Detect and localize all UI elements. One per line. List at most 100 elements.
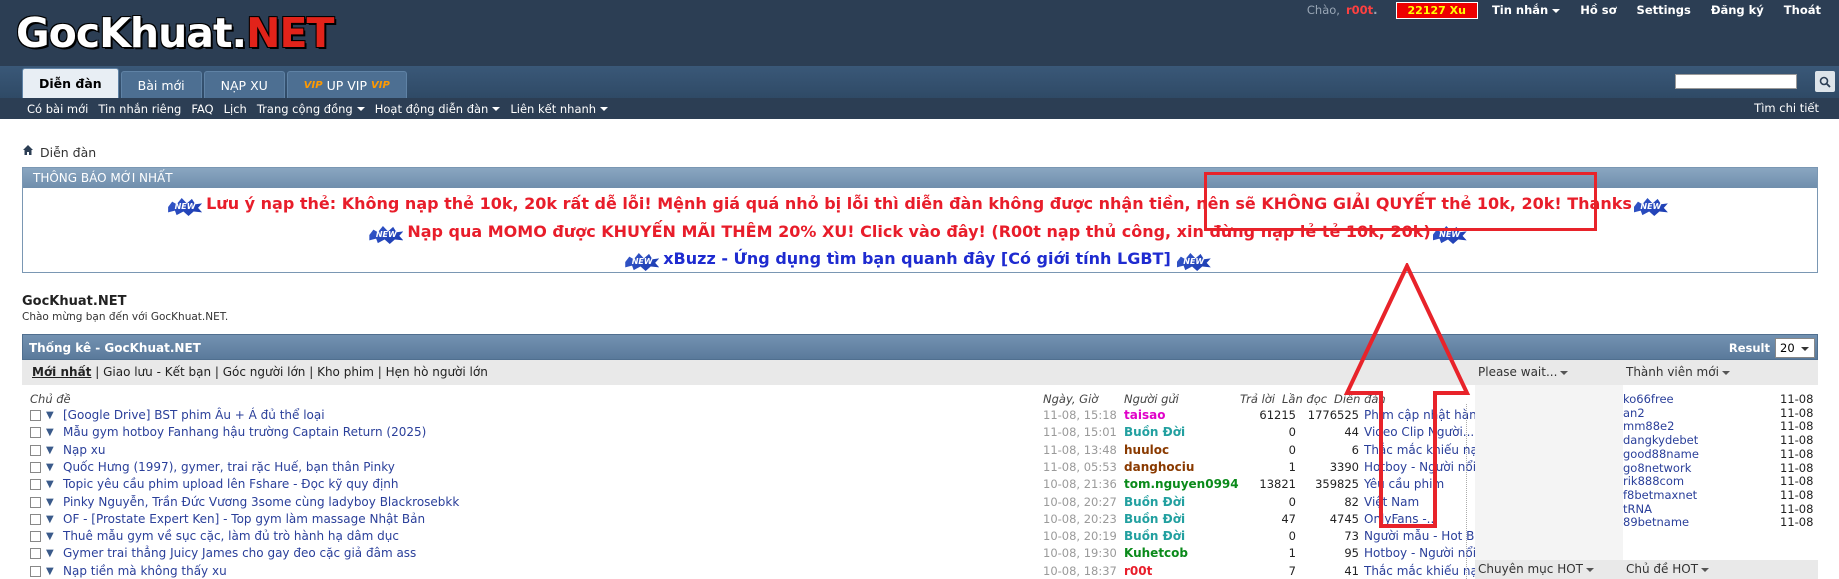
tab-new-posts[interactable]: Bài mới: [120, 71, 202, 98]
tab-vip[interactable]: VIP UP VIP VIP: [286, 71, 407, 98]
member-join-date: 11-08: [1780, 515, 1814, 530]
row-poster-link[interactable]: danghociu: [1124, 459, 1194, 476]
row-replies: 0: [1288, 442, 1296, 457]
row-checkbox[interactable]: [30, 444, 41, 456]
row-poster-link[interactable]: Kuhetcob: [1124, 545, 1188, 562]
row-poster-link[interactable]: huuloc: [1124, 442, 1169, 459]
subnav-activity[interactable]: Hoạt động diễn đàn: [375, 102, 501, 116]
row-checkbox[interactable]: [30, 479, 41, 491]
profile-link[interactable]: Hồ sơ: [1580, 3, 1616, 17]
table-row[interactable]: ▼ Mẫu gym hotboy Fanhang hậu trường Capta…: [30, 424, 1474, 441]
row-checkbox[interactable]: [30, 427, 41, 439]
expand-triangle-icon[interactable]: ▼: [46, 545, 54, 562]
register-link[interactable]: Đăng ký: [1711, 3, 1764, 17]
subnav-calendar[interactable]: Lịch: [224, 102, 247, 116]
row-forum-link[interactable]: Hotboy - Người nổi...: [1364, 545, 1492, 562]
xu-balance-badge[interactable]: 22127 Xu: [1395, 1, 1478, 19]
row-topic-link[interactable]: Nạp xu: [63, 442, 105, 459]
row-topic-link[interactable]: OF - [Prostate Expert Ken] - Top gym làm…: [63, 511, 425, 528]
chevron-down-icon: [1552, 8, 1561, 13]
row-checkbox[interactable]: [30, 565, 41, 577]
row-replies: 61215: [1259, 408, 1296, 422]
table-row[interactable]: ▼ Nạp xu 11-08, 13:48 huuloc 0 6 Thắc mắc khiế…: [30, 442, 1492, 459]
expand-triangle-icon[interactable]: ▼: [46, 494, 54, 511]
row-date: 10-08, 20:27: [1043, 494, 1117, 509]
row-poster-link[interactable]: Buồn Đời: [1124, 424, 1185, 441]
search-input[interactable]: [1675, 74, 1797, 89]
table-row[interactable]: ▼ Topic yêu cầu phim upload lên Fshare - …: [30, 476, 1470, 493]
breadcrumb-forum-link[interactable]: Diễn đàn: [40, 145, 96, 160]
row-poster-link[interactable]: Buồn Đời: [1124, 511, 1185, 528]
member-name-link[interactable]: 89betname: [1623, 514, 1689, 530]
table-row[interactable]: ▼ Quốc Hưng (1997), gymer, trai rặc Huế, …: [30, 459, 1488, 476]
messages-link[interactable]: Tin nhắn: [1492, 3, 1561, 17]
row-topic-link[interactable]: Topic yêu cầu phim upload lên Fshare - Đ…: [63, 476, 399, 493]
row-poster-link[interactable]: r00t: [1124, 563, 1152, 579]
row-poster-link[interactable]: tom.nguyen0994: [1124, 476, 1239, 493]
loading-dropdown[interactable]: Please wait...: [1475, 360, 1623, 385]
row-checkbox[interactable]: [30, 531, 41, 543]
table-row[interactable]: ▼ [Google Drive] BST phim Âu + Á đủ thể l…: [30, 407, 1492, 424]
forum-subtitle: Chào mừng bạn đến với GocKhuat.NET.: [22, 311, 229, 323]
filter-newest[interactable]: Mới nhất: [32, 365, 91, 379]
expand-triangle-icon[interactable]: ▼: [46, 563, 54, 579]
table-row[interactable]: ▼ OF - [Prostate Expert Ken] - Top gym là…: [30, 511, 1470, 528]
stats-filter-bar: Mới nhất | Giao lưu - Kết bạn | Góc ngườ…: [22, 360, 1475, 385]
member-item[interactable]: 89betname 11-08: [1623, 514, 1818, 530]
hot-topics-dropdown[interactable]: Chủ đề HOT: [1623, 560, 1818, 579]
row-forum-link[interactable]: Thắc mắc khiếu nại...: [1364, 563, 1492, 579]
col-replies: Trả lời: [1240, 392, 1275, 406]
expand-triangle-icon[interactable]: ▼: [46, 459, 54, 476]
greeting-text: Chào,: [1306, 3, 1340, 17]
home-icon[interactable]: [22, 144, 34, 160]
result-count-select[interactable]: 20: [1775, 338, 1815, 358]
table-row[interactable]: ▼ Thuê mẫu gym về sục cặc, làm đủ trò hàn…: [30, 528, 1489, 545]
expand-triangle-icon[interactable]: ▼: [46, 511, 54, 528]
filter-social[interactable]: Giao lưu - Kết bạn: [103, 365, 211, 379]
tab-topup[interactable]: NẠP XU: [203, 71, 285, 98]
search-icon[interactable]: [1815, 71, 1835, 92]
filter-movies[interactable]: Kho phim: [317, 365, 374, 379]
tab-forum[interactable]: Diễn đàn: [22, 68, 119, 98]
announcement-line[interactable]: NEW xBuzz - Ứng dụng tìm bạn quanh đây [C…: [23, 249, 1817, 271]
filter-adult[interactable]: Góc người lớn: [223, 365, 306, 379]
new-members-dropdown[interactable]: Thành viên mới: [1623, 360, 1818, 385]
row-views: 95: [1344, 546, 1359, 561]
expand-triangle-icon[interactable]: ▼: [46, 442, 54, 459]
expand-triangle-icon[interactable]: ▼: [46, 528, 54, 545]
row-poster-link[interactable]: Buồn Đời: [1124, 528, 1185, 545]
row-topic-link[interactable]: Quốc Hưng (1997), gymer, trai rặc Huế, b…: [63, 459, 395, 476]
expand-triangle-icon[interactable]: ▼: [46, 424, 54, 441]
hot-forums-dropdown[interactable]: Chuyên mục HOT: [1475, 560, 1623, 579]
subnav-private-messages[interactable]: Tin nhắn riêng: [98, 102, 181, 116]
row-poster-link[interactable]: taisao: [1124, 407, 1165, 424]
filter-dating[interactable]: Hẹn hò người lớn: [386, 365, 488, 379]
row-checkbox[interactable]: [30, 548, 41, 560]
subnav-new-posts[interactable]: Có bài mới: [27, 102, 88, 116]
expand-triangle-icon[interactable]: ▼: [46, 476, 54, 493]
table-row[interactable]: ▼ Gymer trai thẳng Juicy James cho gay đe…: [30, 545, 1488, 562]
expand-triangle-icon[interactable]: ▼: [46, 407, 54, 424]
subnav-quick-links[interactable]: Liên kết nhanh: [510, 102, 609, 116]
subnav-community[interactable]: Trang cộng đồng: [257, 102, 365, 116]
row-checkbox[interactable]: [30, 410, 41, 421]
logout-link[interactable]: Thoát: [1784, 3, 1821, 17]
site-logo[interactable]: GocKhuat.NET: [16, 10, 334, 56]
advanced-search-link[interactable]: Tìm chi tiết: [1754, 101, 1819, 115]
table-row[interactable]: ▼ Pinky Nguyễn, Trần Đức Vương 3some cùng…: [30, 494, 1470, 511]
row-poster-link[interactable]: Buồn Đời: [1124, 494, 1185, 511]
row-checkbox[interactable]: [30, 496, 41, 508]
settings-link[interactable]: Settings: [1637, 3, 1691, 17]
row-topic-link[interactable]: [Google Drive] BST phim Âu + Á đủ thể lo…: [63, 407, 325, 424]
row-topic-link[interactable]: Mẫu gym hotboy Fanhang hậu trường Captai…: [63, 424, 426, 441]
row-topic-link[interactable]: Pinky Nguyễn, Trần Đức Vương 3some cùng …: [63, 494, 459, 511]
row-topic-link[interactable]: Thuê mẫu gym về sục cặc, làm đủ trò hành…: [63, 528, 399, 545]
subnav-faq[interactable]: FAQ: [191, 102, 213, 116]
username-link[interactable]: r00t.: [1346, 3, 1378, 17]
row-replies: 1: [1288, 546, 1296, 561]
row-topic-link[interactable]: Gymer trai thẳng Juicy James cho gay đeo…: [63, 545, 416, 562]
table-row[interactable]: ▼ Nạp tiền mà không thấy xu 10-08, 18:37 r0…: [30, 563, 1492, 579]
row-topic-link[interactable]: Nạp tiền mà không thấy xu: [63, 563, 227, 579]
row-checkbox[interactable]: [30, 461, 41, 473]
row-checkbox[interactable]: [30, 513, 41, 525]
